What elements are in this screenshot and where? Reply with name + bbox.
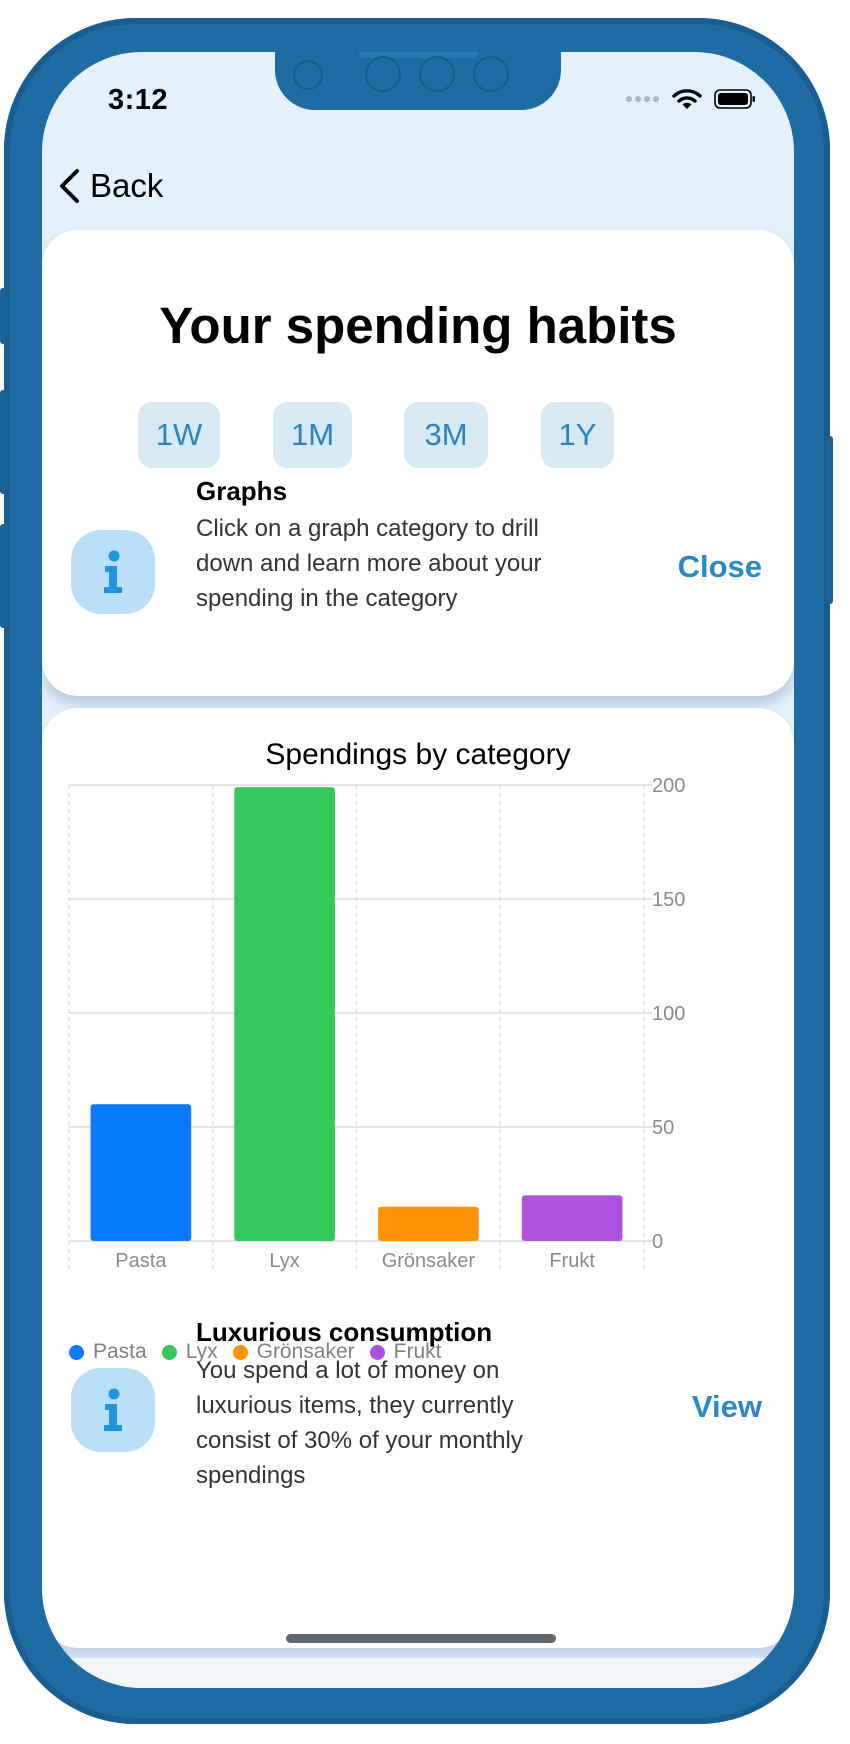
range-button-3m[interactable]: 3M <box>404 402 488 468</box>
y-tick-label: 50 <box>652 1117 674 1139</box>
page-title: Your spending habits <box>159 297 677 354</box>
back-label: Back <box>90 167 164 204</box>
next-card-peek <box>42 1658 794 1688</box>
sensor-icon <box>365 56 401 92</box>
chart-title: Spendings by category <box>265 738 571 771</box>
y-tick-label: 150 <box>652 889 685 911</box>
view-insight-button[interactable]: View <box>692 1389 762 1425</box>
screen: 3:12 Back Your spending habits 1W 1M 3M … <box>42 52 794 1688</box>
x-tick-label: Grönsaker <box>382 1250 476 1272</box>
insight-body: You spend a lot of money on luxurious it… <box>196 1357 523 1489</box>
side-button-volume-up <box>0 390 7 494</box>
notch <box>275 52 561 110</box>
range-button-1w[interactable]: 1W <box>138 402 220 468</box>
side-button-silent <box>0 288 7 344</box>
graphs-tip: Graphs Click on a graph category to dril… <box>42 473 794 614</box>
bar-grönsaker[interactable] <box>378 1206 479 1241</box>
x-tick-label: Lyx <box>269 1250 299 1272</box>
battery-icon <box>714 89 755 109</box>
bar-frukt[interactable] <box>521 1195 623 1241</box>
wifi-icon <box>672 89 702 109</box>
close-tip-button[interactable]: Close <box>678 549 762 585</box>
info-icon <box>71 1368 155 1452</box>
status-time: 3:12 <box>108 84 169 116</box>
y-tick-label: 200 <box>652 775 685 797</box>
status-icons <box>626 88 756 110</box>
chevron-left-icon <box>60 169 79 203</box>
x-tick-label: Frukt <box>549 1250 595 1272</box>
y-tick-label: 100 <box>652 1003 685 1025</box>
info-icon <box>71 530 155 614</box>
spendings-bar-chart: 0 50 100 150 200 Pasta Lyx Grönsaker Frukt <box>68 775 685 1272</box>
sensor-icon <box>419 56 455 92</box>
spendings-chart-card: Spendings by category 0 50 100 150 200 Pasta L… <box>42 708 794 1648</box>
x-tick-label: Pasta <box>115 1250 167 1272</box>
graphs-tip-body: Click on a graph category to drill down … <box>196 515 542 612</box>
bar-pasta[interactable] <box>90 1104 192 1241</box>
y-tick-label: 0 <box>652 1231 663 1253</box>
bar-lyx[interactable] <box>234 787 335 1241</box>
graphs-tip-title: Graphs <box>196 476 288 506</box>
signal-dots-icon <box>626 96 659 102</box>
side-button-volume-down <box>0 524 7 628</box>
spending-header-card: Your spending habits 1W 1M 3M 1Y Graphs … <box>42 230 794 696</box>
camera-lens-icon <box>293 60 323 90</box>
luxury-insight: Luxurious consumption You spend a lot of… <box>42 1317 794 1533</box>
sensor-icon <box>473 56 509 92</box>
back-button[interactable]: Back <box>58 167 163 205</box>
range-button-1m[interactable]: 1M <box>273 402 352 468</box>
time-range-selector: 1W 1M 3M 1Y <box>42 402 794 468</box>
home-indicator[interactable] <box>286 1634 556 1643</box>
side-button-power <box>826 436 833 604</box>
range-button-1y[interactable]: 1Y <box>541 402 614 468</box>
insight-title: Luxurious consumption <box>196 1317 493 1347</box>
